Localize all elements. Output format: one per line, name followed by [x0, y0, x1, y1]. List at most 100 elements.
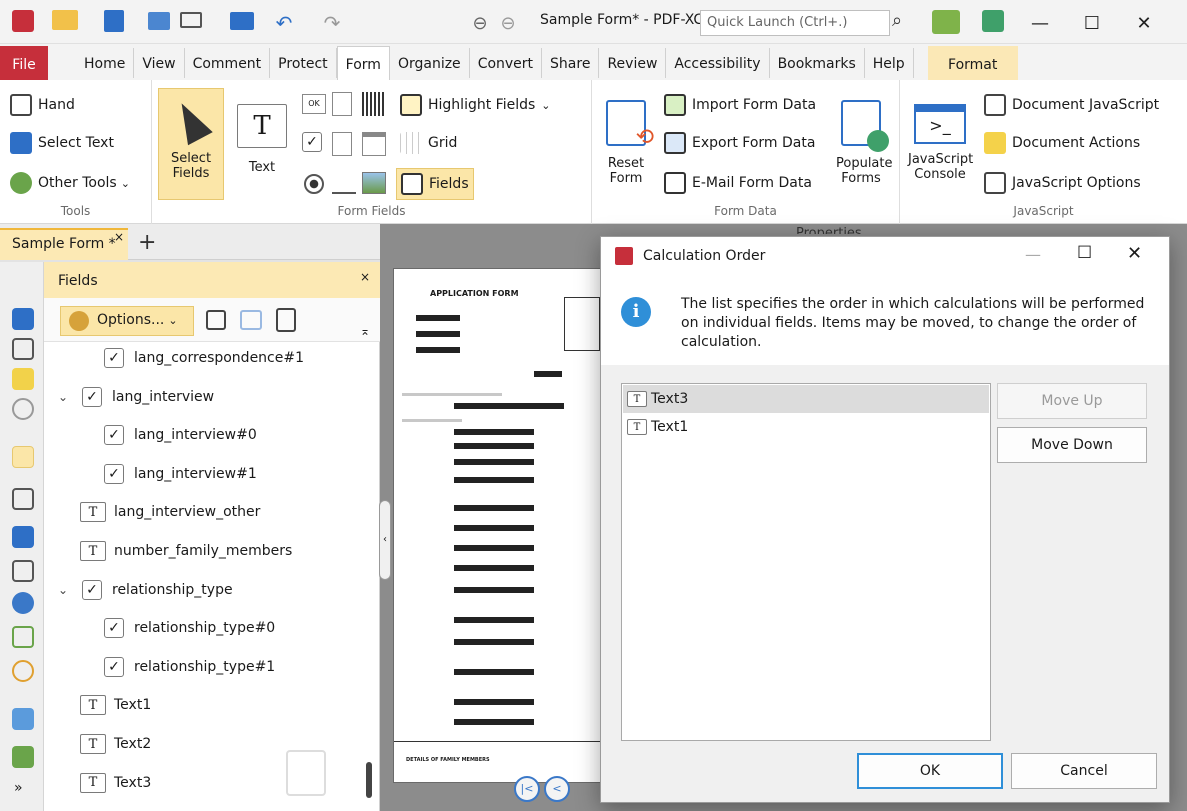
chevron-down-icon[interactable]: ⌄: [58, 583, 78, 597]
comments-icon[interactable]: [12, 368, 34, 390]
menu-view[interactable]: View: [134, 48, 185, 78]
undo-icon[interactable]: ↶: [270, 8, 298, 38]
move-up-button[interactable]: Move Up: [997, 383, 1147, 419]
close-button[interactable]: ✕: [1124, 8, 1164, 38]
field-tree-item[interactable]: ✓ lang_interview#1: [104, 463, 257, 484]
back-icon[interactable]: ⊖: [468, 8, 492, 38]
more-panels-icon[interactable]: »: [14, 780, 23, 796]
image-field-icon[interactable]: [362, 172, 386, 194]
field-tree-item[interactable]: T Text1: [80, 695, 151, 716]
select-text-button[interactable]: Select Text: [10, 132, 114, 154]
open-folder-icon[interactable]: [52, 10, 78, 30]
radio-field-icon[interactable]: [304, 174, 324, 194]
select-fields-button[interactable]: Select Fields: [158, 88, 224, 200]
collapse-all-icon[interactable]: [206, 310, 226, 330]
javascript-options-button[interactable]: JavaScript Options: [984, 172, 1141, 194]
list-item[interactable]: T Text1: [623, 413, 989, 441]
quick-launch-input[interactable]: Quick Launch (Ctrl+.): [700, 10, 890, 36]
links-icon[interactable]: [12, 660, 34, 682]
menu-protect[interactable]: Protect: [270, 48, 337, 78]
options-button[interactable]: Options... ⌄: [60, 306, 194, 336]
dialog-maximize-button[interactable]: ☐: [1077, 243, 1092, 263]
document-tab[interactable]: Sample Form * ×: [0, 228, 128, 260]
field-tree-item[interactable]: Tlang_interview_other: [80, 502, 260, 523]
document-javascript-button[interactable]: Document JavaScript: [984, 94, 1159, 116]
scroll-top-icon[interactable]: ⌅: [360, 324, 370, 338]
field-tree-item[interactable]: ⌄ ✓ relationship_type: [58, 579, 233, 600]
minimize-button[interactable]: —: [1020, 8, 1060, 38]
move-down-button[interactable]: Move Down: [997, 427, 1147, 463]
field-tree-item[interactable]: ✓ lang_interview#0: [104, 425, 257, 446]
field-list-icon[interactable]: [240, 310, 262, 330]
list-item[interactable]: T Text3: [623, 385, 989, 413]
prev-page-button[interactable]: |<: [514, 776, 540, 802]
print-icon[interactable]: [148, 12, 170, 30]
document-page[interactable]: APPLICATION FORM DETAILS OF FAMILY MEMBE…: [393, 268, 604, 783]
menu-accessibility[interactable]: Accessibility: [666, 48, 770, 78]
calculation-order-list[interactable]: T Text3 T Text1: [621, 383, 991, 741]
menu-help[interactable]: Help: [865, 48, 914, 78]
panel-collapse-handle[interactable]: ‹: [379, 500, 391, 580]
menu-convert[interactable]: Convert: [470, 48, 543, 78]
hand-tool-button[interactable]: Hand: [10, 94, 75, 116]
save-icon[interactable]: [104, 10, 124, 32]
chevron-down-icon[interactable]: ⌄: [58, 390, 78, 404]
signature-field-icon[interactable]: [332, 174, 356, 194]
bookmarks-icon[interactable]: [12, 308, 34, 330]
highlight-fields-button[interactable]: Highlight Fields ⌄: [400, 94, 550, 116]
fullscreen-icon[interactable]: [982, 10, 1004, 32]
forward-icon[interactable]: ⊖: [496, 8, 520, 38]
field-properties-icon[interactable]: [276, 308, 296, 332]
back-page-button[interactable]: <: [544, 776, 570, 802]
destinations-icon[interactable]: [12, 592, 34, 614]
field-tree-item[interactable]: ✓ lang_correspondence#1: [104, 348, 304, 368]
stamps-icon[interactable]: [12, 708, 34, 730]
grid-button[interactable]: Grid: [400, 132, 457, 154]
new-tab-button[interactable]: +: [138, 230, 156, 255]
search-icon[interactable]: ⌕: [892, 10, 902, 31]
menu-home[interactable]: Home: [76, 48, 135, 78]
dialog-close-button[interactable]: ✕: [1127, 243, 1142, 264]
reset-form-button[interactable]: ⟲ Reset Form: [598, 88, 654, 200]
structure-icon[interactable]: [12, 626, 34, 648]
redo-icon[interactable]: ↷: [318, 8, 346, 38]
tab-close-icon[interactable]: ×: [114, 230, 124, 244]
export-form-data-button[interactable]: Export Form Data: [664, 132, 815, 154]
populate-forms-button[interactable]: Populate Forms: [828, 88, 894, 200]
cancel-button[interactable]: Cancel: [1011, 753, 1157, 789]
scan-icon[interactable]: [230, 12, 254, 30]
field-tree-item[interactable]: ⌄ ✓ lang_interview: [58, 386, 214, 407]
menu-bookmarks[interactable]: Bookmarks: [770, 48, 865, 78]
menu-format[interactable]: Format: [927, 46, 1018, 80]
fields-pane-close-icon[interactable]: ×: [360, 270, 370, 284]
barcode-field-icon[interactable]: [362, 92, 386, 116]
field-tree-item[interactable]: ✓ relationship_type#0: [104, 618, 275, 639]
listbox-field-icon[interactable]: [332, 92, 352, 116]
signatures-icon[interactable]: [12, 488, 34, 510]
menu-comment[interactable]: Comment: [185, 48, 271, 78]
content-icon[interactable]: [12, 746, 34, 768]
layers-icon[interactable]: [12, 526, 34, 548]
document-actions-button[interactable]: Document Actions: [984, 132, 1140, 154]
field-tree-item[interactable]: T Text2: [80, 734, 151, 754]
menu-file[interactable]: File: [0, 46, 48, 80]
fields-pane-button[interactable]: Fields: [396, 168, 474, 200]
text-field-button[interactable]: T Text: [232, 88, 292, 200]
menu-form[interactable]: Form: [336, 46, 390, 80]
combobox-field-icon[interactable]: [332, 132, 352, 156]
ok-button[interactable]: OK: [857, 753, 1003, 789]
button-field-icon[interactable]: OK: [302, 94, 326, 114]
dialog-minimize-button[interactable]: —: [1025, 245, 1041, 264]
customize-icon[interactable]: [932, 10, 960, 34]
checkbox-field-icon[interactable]: ✓: [302, 132, 322, 152]
field-tree-item[interactable]: T Text3: [80, 772, 151, 793]
date-field-icon[interactable]: [362, 132, 386, 156]
javascript-console-button[interactable]: >_ JavaScript Console: [904, 88, 976, 200]
fields-scrollbar[interactable]: [366, 762, 372, 798]
menu-organize[interactable]: Organize: [390, 48, 470, 78]
menu-review[interactable]: Review: [599, 48, 667, 78]
properties-tab[interactable]: Properties: [796, 226, 862, 234]
email-form-data-button[interactable]: E-Mail Form Data: [664, 172, 812, 194]
import-form-data-button[interactable]: Import Form Data: [664, 94, 816, 116]
menu-share[interactable]: Share: [542, 48, 600, 78]
